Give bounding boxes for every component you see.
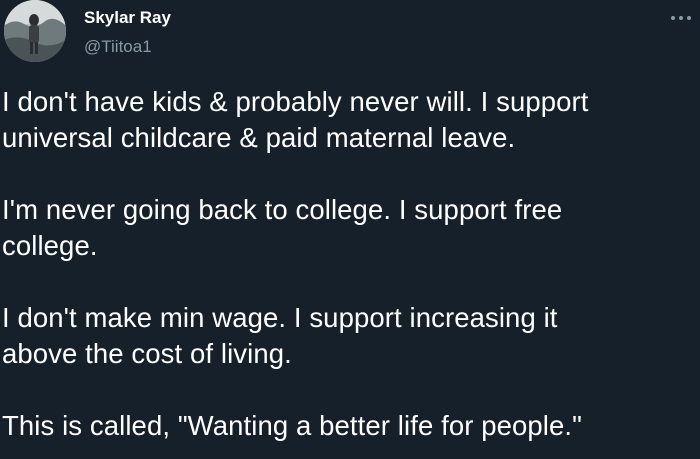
tweet-text: I don't have kids & probably never will.… <box>2 84 698 444</box>
tweet-paragraph: I don't have kids & probably never will.… <box>2 86 589 153</box>
more-horizontal-icon[interactable] <box>668 8 694 28</box>
tweet-card: Skylar Ray @Tiitoa1 I don't have kids & … <box>0 0 700 459</box>
tweet-paragraph: I'm never going back to college. I suppo… <box>2 194 563 261</box>
author-display-name[interactable]: Skylar Ray <box>84 7 171 29</box>
avatar-photo <box>4 0 66 62</box>
avatar[interactable] <box>4 0 66 62</box>
tweet-paragraph: This is called, "Wanting a better life f… <box>2 410 582 441</box>
author-handle[interactable]: @Tiitoa1 <box>84 36 152 58</box>
tweet-paragraph: I don't make min wage. I support increas… <box>2 302 558 369</box>
